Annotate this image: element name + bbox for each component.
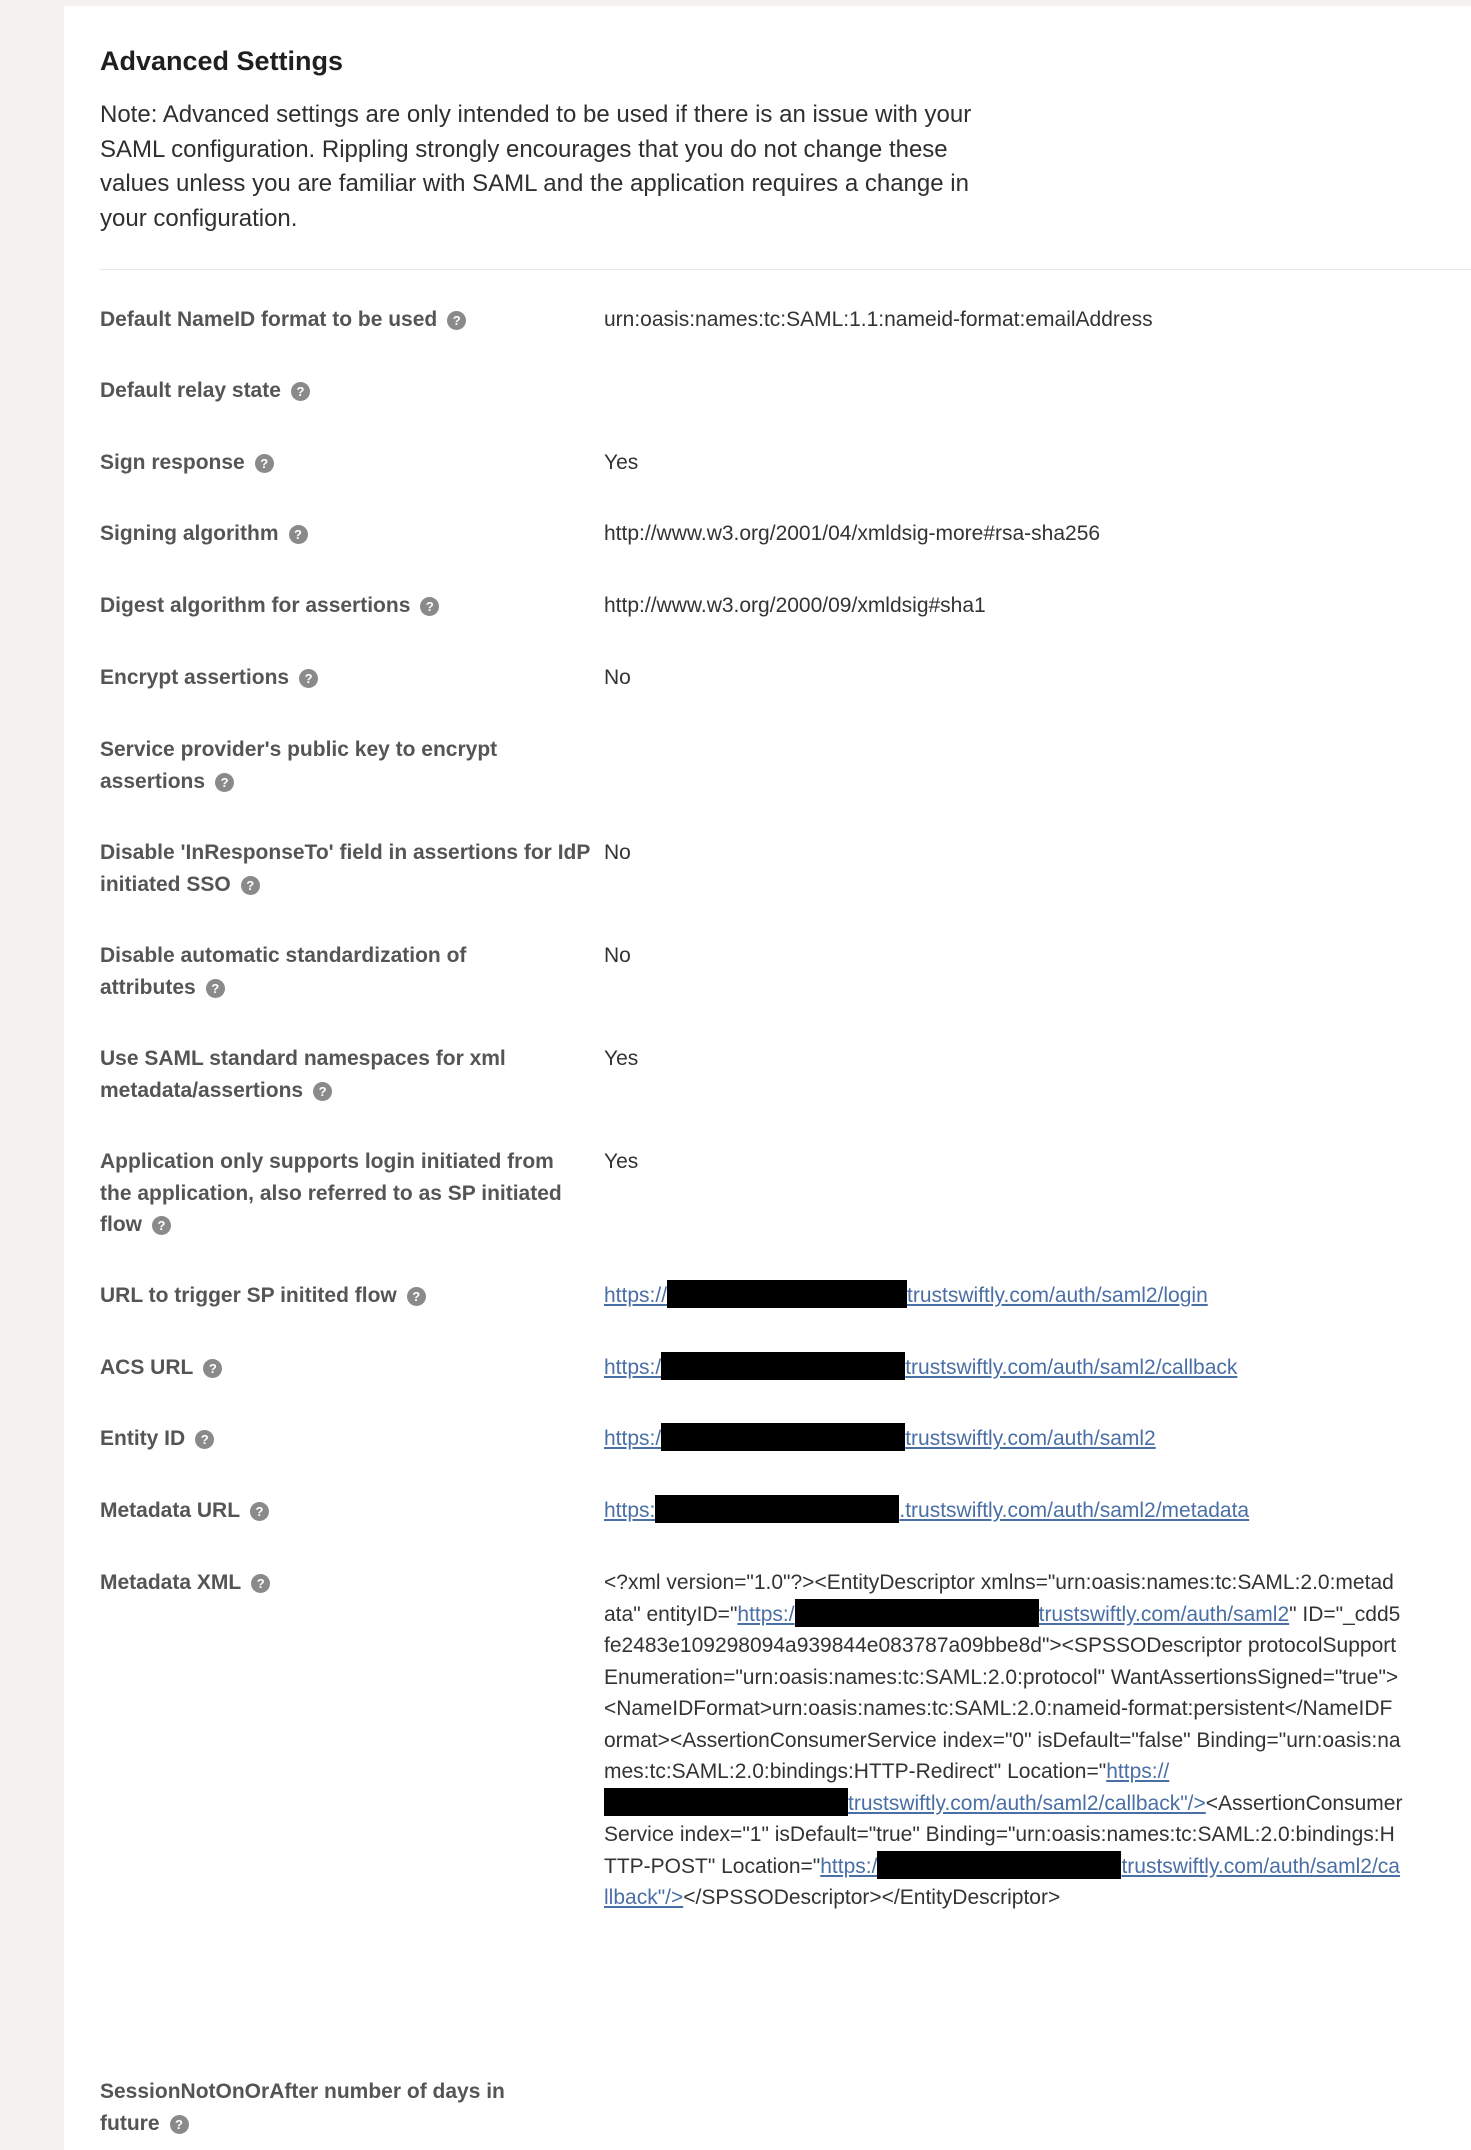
help-icon[interactable]: ? bbox=[195, 1430, 215, 1449]
setting-label: Metadata URL? bbox=[100, 1495, 590, 1527]
redacted-block bbox=[661, 1423, 906, 1451]
setting-label: Encrypt assertions? bbox=[100, 662, 590, 694]
help-icon[interactable]: ? bbox=[152, 1216, 171, 1235]
setting-value: https:/trustswiftly.com/auth/saml2 bbox=[604, 1423, 1471, 1455]
setting-value: https:/trustswiftly.com/auth/saml2/callb… bbox=[604, 1352, 1471, 1384]
setting-label: Signing algorithm? bbox=[100, 518, 590, 550]
help-icon[interactable]: ? bbox=[290, 382, 310, 401]
entity-id-link[interactable]: https:/trustswiftly.com/auth/saml2 bbox=[604, 1423, 1156, 1451]
setting-label: Service provider's public key to encrypt… bbox=[100, 738, 498, 793]
setting-label: Digest algorithm for assertions? bbox=[100, 590, 590, 622]
help-icon[interactable]: ? bbox=[203, 1359, 223, 1378]
setting-value: Yes bbox=[604, 1150, 639, 1173]
help-icon[interactable]: ? bbox=[313, 1081, 333, 1101]
divider bbox=[100, 269, 1471, 270]
help-icon[interactable]: ? bbox=[215, 772, 235, 792]
setting-value: No bbox=[604, 841, 631, 864]
redacted-block bbox=[794, 1598, 1039, 1627]
help-icon[interactable]: ? bbox=[205, 978, 225, 998]
setting-label: Entity ID? bbox=[100, 1423, 590, 1455]
setting-label: Use SAML standard namespaces for xml met… bbox=[100, 1047, 506, 1102]
setting-value: http://www.w3.org/2000/09/xmldsig#sha1 bbox=[604, 594, 986, 617]
redacted-block bbox=[604, 1787, 848, 1816]
setting-label: ACS URL? bbox=[100, 1352, 590, 1384]
help-icon[interactable]: ? bbox=[250, 1502, 270, 1521]
setting-value: Yes bbox=[604, 451, 639, 474]
redacted-block bbox=[667, 1280, 908, 1308]
help-icon[interactable]: ? bbox=[447, 311, 467, 330]
setting-label: Metadata XML? bbox=[100, 1567, 590, 1599]
help-icon[interactable]: ? bbox=[254, 454, 274, 473]
section-title: Advanced Settings bbox=[100, 46, 344, 76]
setting-value: https://trustswiftly.com/auth/saml2/logi… bbox=[604, 1280, 1471, 1312]
setting-label: Disable 'InResponseTo' field in assertio… bbox=[100, 841, 590, 896]
setting-label: Application only supports login initiate… bbox=[100, 1150, 562, 1236]
help-icon[interactable]: ? bbox=[169, 2114, 189, 2134]
help-icon[interactable]: ? bbox=[288, 525, 308, 544]
setting-label: Sign response? bbox=[100, 447, 590, 479]
setting-label: Default relay state? bbox=[100, 375, 590, 407]
redacted-block bbox=[877, 1850, 1122, 1879]
help-icon[interactable]: ? bbox=[240, 875, 260, 895]
redacted-block bbox=[661, 1352, 906, 1380]
help-icon[interactable]: ? bbox=[251, 1574, 271, 1593]
acs-link[interactable]: https:/trustswiftly.com/auth/saml2/callb… bbox=[604, 1352, 1237, 1380]
setting-label: SessionNotOnOrAfter number of days in fu… bbox=[100, 2080, 505, 2135]
setting-value: http://www.w3.org/2001/04/xmldsig-more#r… bbox=[604, 522, 1101, 545]
setting-label: URL to trigger SP initited flow? bbox=[100, 1280, 590, 1312]
section-note: Note: Advanced settings are only intende… bbox=[100, 101, 972, 232]
setting-label: Default NameID format to be used? bbox=[100, 304, 590, 336]
setting-value: https: .trustswiftly.com/auth/saml2/metad… bbox=[604, 1495, 1471, 1527]
metadata-xml-value: <?xml version="1.0"?><EntityDescriptor x… bbox=[604, 1571, 1403, 1909]
setting-label: Disable automatic standardization of att… bbox=[100, 944, 467, 999]
help-icon[interactable]: ? bbox=[420, 597, 440, 616]
setting-value: Yes bbox=[604, 1047, 639, 1070]
setting-value: No bbox=[604, 944, 631, 967]
xml-entity-link[interactable]: https:/trustswiftly.com/auth/saml2 bbox=[737, 1598, 1289, 1627]
help-icon[interactable]: ? bbox=[406, 1287, 426, 1306]
redacted-block bbox=[655, 1495, 900, 1523]
help-icon[interactable]: ? bbox=[299, 669, 319, 688]
metadata-url-link[interactable]: https: .trustswiftly.com/auth/saml2/metad… bbox=[604, 1495, 1249, 1523]
setting-value: No bbox=[604, 666, 631, 689]
setting-value: urn:oasis:names:tc:SAML:1.1:nameid-forma… bbox=[604, 308, 1153, 331]
advanced-settings-card: Advanced Settings Note: Advanced setting… bbox=[64, 6, 1471, 2150]
sp-flow-link[interactable]: https://trustswiftly.com/auth/saml2/logi… bbox=[604, 1280, 1208, 1308]
